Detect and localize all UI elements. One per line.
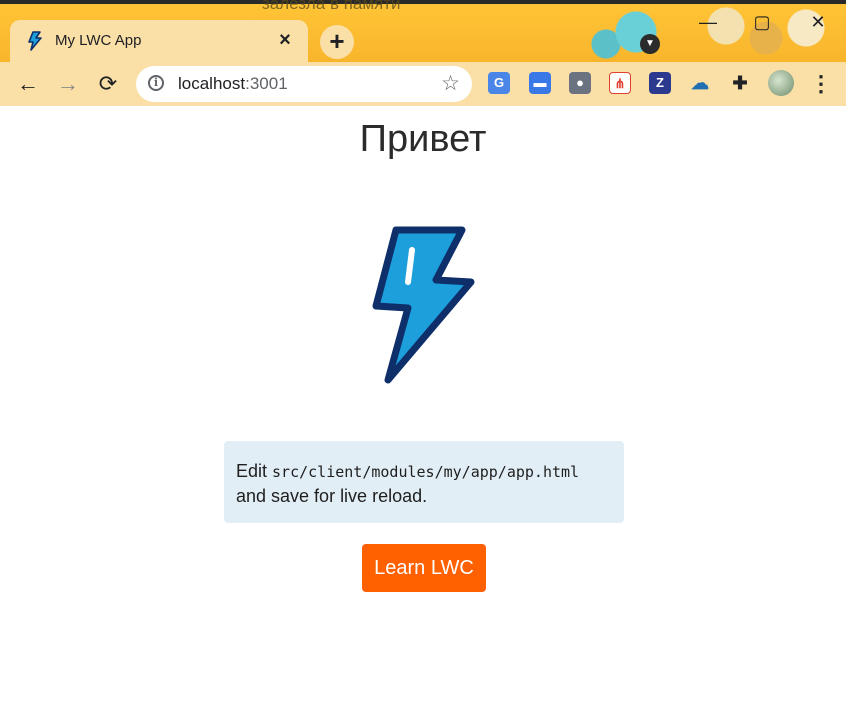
- browser-toolbar: ← → ⟳ i localhost:3001 ☆ G ▬ ● ⋔ Z ☁ ✚ ⋮: [0, 62, 846, 106]
- edit-suffix: and save for live reload.: [236, 486, 428, 506]
- tab-strip: залезла в памяти ▼ — ▢ ✕ My LWC App × +: [0, 0, 846, 62]
- cloud-sync-icon[interactable]: ☁: [689, 72, 711, 94]
- reload-icon[interactable]: ⟳: [94, 70, 122, 98]
- back-icon[interactable]: ←: [14, 70, 42, 98]
- tab-close-icon[interactable]: ×: [274, 29, 296, 51]
- maximize-icon[interactable]: ▢: [750, 12, 774, 33]
- extensions-puzzle-icon[interactable]: ✚: [729, 72, 751, 94]
- url-host: localhost: [178, 74, 246, 93]
- z-extension-icon[interactable]: Z: [649, 72, 671, 94]
- page-title: Привет: [359, 118, 487, 160]
- minimize-icon[interactable]: —: [696, 12, 720, 33]
- theme-badge-icon: ▼: [640, 34, 660, 54]
- profile-avatar-icon[interactable]: [768, 70, 794, 96]
- url-text[interactable]: localhost:3001: [178, 74, 288, 94]
- browser-menu-icon[interactable]: ⋮: [810, 70, 832, 98]
- chat-icon[interactable]: ▬: [529, 72, 551, 94]
- site-info-icon[interactable]: i: [148, 75, 164, 91]
- theme-background-text: залезла в памяти: [262, 0, 401, 13]
- file-path: src/client/modules/my/app/app.html: [272, 463, 580, 481]
- lightning-favicon-icon: [28, 31, 42, 51]
- edit-prefix: Edit: [236, 461, 273, 481]
- new-tab-button[interactable]: +: [320, 25, 354, 59]
- lightbulb-icon[interactable]: ●: [569, 72, 591, 94]
- forward-icon[interactable]: →: [54, 70, 82, 98]
- url-port: :3001: [245, 74, 288, 93]
- learn-lwc-button[interactable]: Learn LWC: [362, 544, 486, 592]
- edit-instructions: Edit src/client/modules/my/app/app.html …: [224, 441, 624, 523]
- google-translate-icon[interactable]: G: [488, 72, 510, 94]
- tab-title: My LWC App: [55, 32, 142, 49]
- tab-my-lwc-app[interactable]: My LWC App ×: [10, 20, 308, 62]
- sitemap-icon[interactable]: ⋔: [609, 72, 631, 94]
- address-bar[interactable]: i localhost:3001 ☆: [136, 66, 472, 102]
- close-window-icon[interactable]: ✕: [806, 12, 830, 33]
- bookmark-star-icon[interactable]: ☆: [441, 71, 460, 96]
- lightning-logo-icon: [372, 226, 475, 384]
